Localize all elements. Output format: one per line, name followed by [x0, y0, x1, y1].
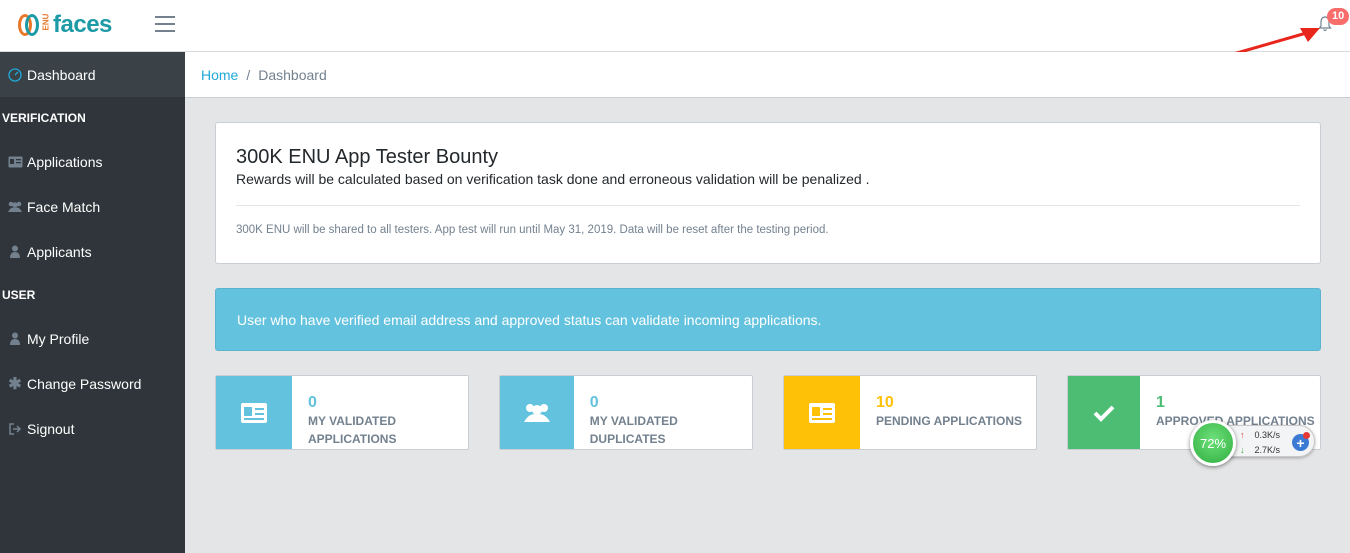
bounty-info-card: 300K ENU App Tester Bounty Rewards will …	[215, 122, 1321, 264]
breadcrumb: Home / Dashboard	[185, 52, 1350, 98]
widget-my-validated-duplicates[interactable]: 0 MY VALIDATED DUPLICATES	[499, 375, 753, 450]
sidebar-item-label: Applications	[27, 153, 103, 170]
users-icon	[4, 200, 26, 213]
user-icon	[4, 332, 26, 345]
sidebar-item-label: Face Match	[27, 198, 101, 215]
widget-value: 10	[876, 394, 894, 411]
arrow-down-icon: ↓	[1240, 445, 1245, 455]
sidebar-item-label: Applicants	[27, 243, 92, 260]
sidebar-section-user: USER	[2, 288, 36, 302]
widget-label: MY VALIDATED DUPLICATES	[589, 414, 678, 446]
widget-my-validated-applications[interactable]: 0 MY VALIDATED APPLICATIONS	[215, 375, 469, 450]
widget-label: MY VALIDATED APPLICATIONS	[308, 414, 397, 446]
breadcrumb-separator: /	[246, 66, 251, 83]
check-icon	[1068, 376, 1140, 449]
widget-pending-applications[interactable]: 10 PENDING APPLICATIONS	[783, 375, 1037, 450]
menu-toggle-icon[interactable]	[155, 16, 175, 32]
card-subtitle: Rewards will be calculated based on veri…	[236, 171, 870, 187]
logo[interactable]: ENU faces	[17, 11, 112, 39]
logo-text: faces	[53, 11, 112, 38]
speedometer-icon	[4, 67, 26, 82]
alert-dot-icon	[1303, 432, 1310, 439]
sidebar-section-verification: VERIFICATION	[2, 111, 86, 125]
sign-out-icon	[4, 422, 26, 435]
logo-mark	[17, 12, 39, 38]
asterisk-icon: ✱	[8, 375, 22, 393]
card-note: 300K ENU will be shared to all testers. …	[236, 224, 829, 236]
speed-percent: 72%	[1190, 420, 1236, 466]
id-card-icon	[784, 376, 860, 449]
sidebar-item-signout[interactable]: Signout	[0, 406, 185, 451]
sidebar-item-face-match[interactable]: Face Match	[0, 184, 185, 229]
id-card-icon	[4, 156, 26, 168]
breadcrumb-current: Dashboard	[258, 66, 327, 83]
widget-value: 0	[589, 394, 599, 411]
info-alert: User who have verified email address and…	[215, 288, 1321, 351]
alert-text: User who have verified email address and…	[237, 311, 822, 328]
top-header: ENU faces 10	[0, 0, 1350, 52]
sidebar-item-applications[interactable]: Applications	[0, 139, 185, 184]
widget-label: PENDING APPLICATIONS	[876, 414, 1023, 428]
download-speed-value: 2.7K/s	[1254, 445, 1281, 455]
breadcrumb-home-link[interactable]: Home	[201, 67, 238, 83]
upload-speed-value: 0.3K/s	[1254, 430, 1281, 440]
card-divider	[236, 205, 1300, 206]
widget-value: 1	[1156, 394, 1165, 411]
notification-badge: 10	[1327, 8, 1350, 25]
sidebar-item-label: My Profile	[27, 330, 90, 347]
sidebar-item-applicants[interactable]: Applicants	[0, 229, 185, 274]
sidebar-item-change-password[interactable]: ✱ Change Password	[0, 361, 185, 406]
upload-speed: ↑ 0.3K/s	[1240, 430, 1290, 440]
download-speed: ↓ 2.7K/s	[1240, 445, 1290, 455]
sidebar-item-dashboard[interactable]: Dashboard	[0, 52, 185, 97]
sidebar-item-my-profile[interactable]: My Profile	[0, 316, 185, 361]
sidebar: Dashboard VERIFICATION Applications Face…	[0, 52, 185, 553]
id-card-icon	[216, 376, 292, 449]
sidebar-item-label: Signout	[27, 420, 75, 437]
sidebar-item-label: Change Password	[27, 375, 142, 392]
users-icon	[500, 376, 574, 449]
widget-value: 0	[308, 394, 317, 411]
logo-enu-text: ENU	[41, 13, 51, 30]
user-icon	[4, 245, 26, 258]
arrow-up-icon: ↑	[1240, 430, 1245, 440]
sidebar-item-label: Dashboard	[27, 66, 96, 83]
card-title: 300K ENU App Tester Bounty	[236, 146, 499, 168]
